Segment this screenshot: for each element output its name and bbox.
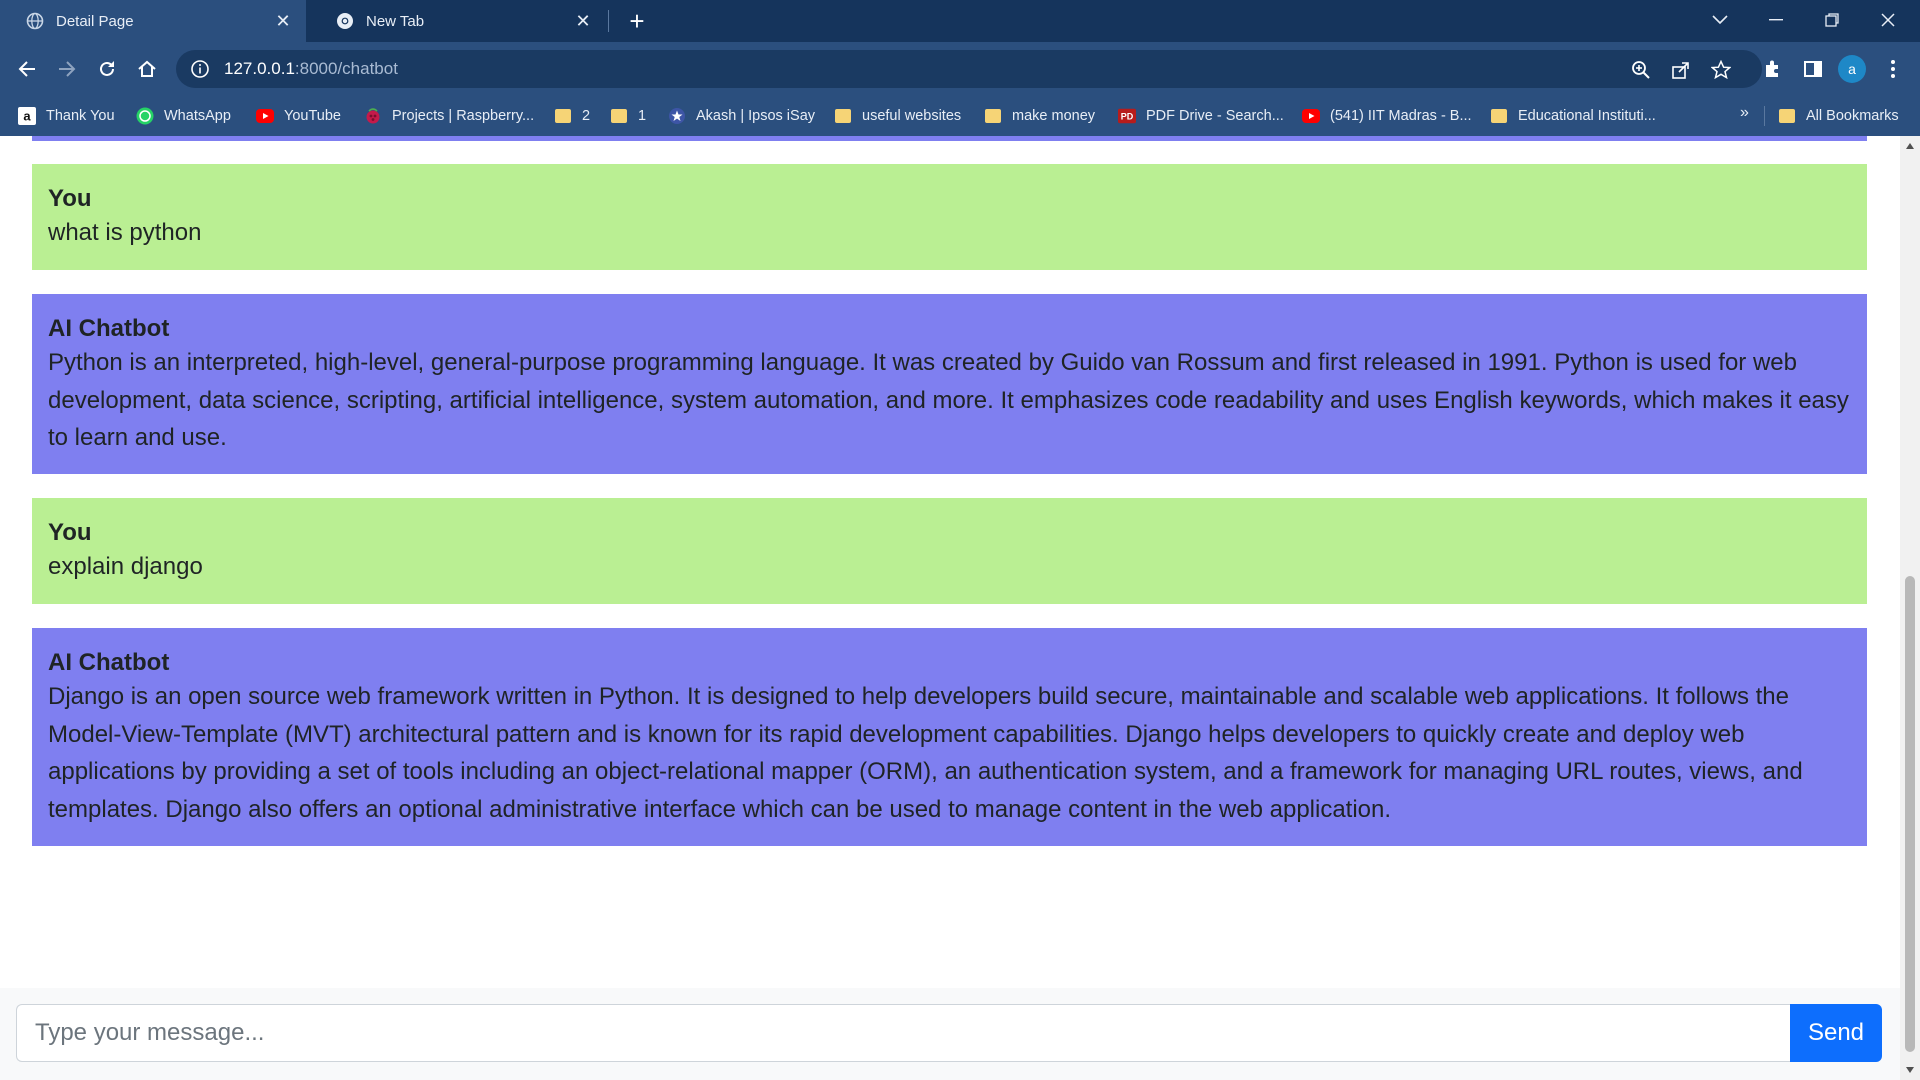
folder-icon <box>1490 107 1508 125</box>
message-text: explain django <box>48 553 203 580</box>
message-text: what is python <box>48 219 202 246</box>
tab-close-icon[interactable]: ✕ <box>570 8 596 34</box>
folder-icon <box>554 107 572 125</box>
home-icon[interactable] <box>130 52 164 86</box>
back-button[interactable] <box>10 52 44 86</box>
bookmark-label: useful websites <box>862 108 962 124</box>
scroll-up-arrow-icon[interactable] <box>1900 136 1920 156</box>
side-panel-icon[interactable] <box>1800 56 1826 82</box>
send-button[interactable]: Send <box>1790 1004 1882 1062</box>
bookmark-iit-madras[interactable]: (541) IIT Madras - B... <box>1302 104 1472 128</box>
message-text: Python is an interpreted, high-level, ge… <box>48 349 1849 451</box>
bookmarks-overflow-button[interactable]: » <box>1740 104 1749 122</box>
minimize-button[interactable] <box>1748 0 1804 40</box>
bookmark-label: Projects | Raspberry... <box>392 108 535 124</box>
message-text: Django is an open source web framework w… <box>48 683 1803 823</box>
url-text: 127.0.0.1:8000/chatbot <box>224 59 398 79</box>
tab-search-icon[interactable] <box>1692 0 1748 40</box>
tab-separator <box>608 10 609 32</box>
chat-message-bot: AI Chatbot Django is an open source web … <box>32 628 1867 846</box>
info-icon[interactable] <box>190 59 210 79</box>
all-bookmarks-button[interactable]: All Bookmarks <box>1778 104 1899 128</box>
page-scrollbar[interactable] <box>1900 136 1920 1080</box>
bookmark-label: PDF Drive - Search... <box>1146 108 1284 124</box>
chat-message-bot: AI Chatbot Python is an interpreted, hig… <box>32 294 1867 474</box>
scrollbar-thumb[interactable] <box>1905 576 1915 1052</box>
ipsos-icon <box>668 107 686 125</box>
bookmark-label: Educational Instituti... <box>1518 108 1656 124</box>
browser-chrome: Detail Page ✕ New Tab ✕ + 127.0.0.1:8000… <box>0 0 1920 136</box>
bookmark-useful-websites[interactable]: useful websites <box>834 104 961 128</box>
address-bar[interactable]: 127.0.0.1:8000/chatbot <box>176 50 1762 88</box>
tab-close-icon[interactable]: ✕ <box>270 8 296 34</box>
bookmark-folder-1[interactable]: 1 <box>610 104 646 128</box>
folder-icon <box>834 107 852 125</box>
tab-detail-page[interactable]: Detail Page ✕ <box>0 0 306 42</box>
extensions-icon[interactable] <box>1760 56 1786 82</box>
reload-icon[interactable] <box>90 52 124 86</box>
bookmark-thank-you[interactable]: a Thank You <box>18 104 115 128</box>
raspberry-icon <box>364 107 382 125</box>
bookmark-label: make money <box>1012 108 1096 124</box>
url-path: :8000/chatbot <box>294 59 398 78</box>
bookmark-educational-institution[interactable]: Educational Instituti... <box>1490 104 1656 128</box>
share-icon[interactable] <box>1670 59 1692 81</box>
message-sender: You <box>48 519 92 546</box>
bookmark-make-money[interactable]: make money <box>984 104 1095 128</box>
new-tab-button[interactable]: + <box>622 6 652 36</box>
tab-new-tab[interactable]: New Tab ✕ <box>310 0 606 42</box>
bookmark-label: 2 <box>582 108 591 124</box>
url-host: 127.0.0.1 <box>224 59 295 78</box>
amazon-icon: a <box>18 107 36 125</box>
restore-button[interactable] <box>1804 0 1860 40</box>
scroll-down-arrow-icon[interactable] <box>1900 1060 1920 1080</box>
chrome-icon <box>336 12 354 30</box>
bookmark-label: (541) IIT Madras - B... <box>1330 108 1472 124</box>
tab-title: New Tab <box>366 12 425 30</box>
profile-avatar[interactable]: a <box>1838 55 1866 83</box>
svg-text:a: a <box>23 109 31 124</box>
bookmark-star-icon[interactable] <box>1710 59 1732 81</box>
bookmark-label: YouTube <box>284 108 341 124</box>
browser-toolbar: 127.0.0.1:8000/chatbot a <box>0 42 1920 96</box>
chat-message-user: You what is python <box>32 164 1867 270</box>
chat-page: You what is python AI Chatbot Python is … <box>0 136 1900 1080</box>
bookmark-pdf-drive[interactable]: PD PDF Drive - Search... <box>1118 104 1284 128</box>
bookmark-whatsapp[interactable]: WhatsApp <box>136 104 231 128</box>
bookmarks-bar: a Thank You WhatsApp YouTube Projects | … <box>0 96 1920 136</box>
tab-strip: Detail Page ✕ New Tab ✕ + <box>0 0 1920 42</box>
message-sender: You <box>48 185 92 212</box>
bookmark-label: All Bookmarks <box>1806 108 1899 124</box>
bookmark-projects-raspberry[interactable]: Projects | Raspberry... <box>364 104 534 128</box>
folder-icon <box>610 107 628 125</box>
globe-icon <box>26 12 44 30</box>
chat-message-user: You explain django <box>32 498 1867 604</box>
whatsapp-icon <box>136 107 154 125</box>
message-sender: AI Chatbot <box>48 649 170 676</box>
folder-icon <box>984 107 1002 125</box>
bookmark-ipsos-isay[interactable]: Akash | Ipsos iSay <box>668 104 815 128</box>
forward-button[interactable] <box>50 52 84 86</box>
menu-kebab-icon[interactable] <box>1880 56 1906 82</box>
youtube-icon <box>256 107 274 125</box>
close-window-button[interactable] <box>1860 0 1916 40</box>
zoom-icon[interactable] <box>1630 59 1652 81</box>
youtube-icon <box>1302 107 1320 125</box>
message-sender: AI Chatbot <box>48 315 170 342</box>
bookmark-label: 1 <box>638 108 647 124</box>
previous-message-edge <box>32 136 1867 141</box>
bookmark-label: WhatsApp <box>164 108 231 124</box>
bookmark-youtube[interactable]: YouTube <box>256 104 341 128</box>
folder-icon <box>1778 107 1796 125</box>
bookmark-label: Thank You <box>46 108 115 124</box>
svg-text:PD: PD <box>1121 112 1134 122</box>
bookmark-folder-2[interactable]: 2 <box>554 104 590 128</box>
bookmarks-divider <box>1764 106 1765 126</box>
bookmark-label: Akash | Ipsos iSay <box>696 108 816 124</box>
pdf-drive-icon: PD <box>1118 107 1136 125</box>
tab-title: Detail Page <box>56 12 134 30</box>
message-input[interactable] <box>16 1004 1790 1062</box>
